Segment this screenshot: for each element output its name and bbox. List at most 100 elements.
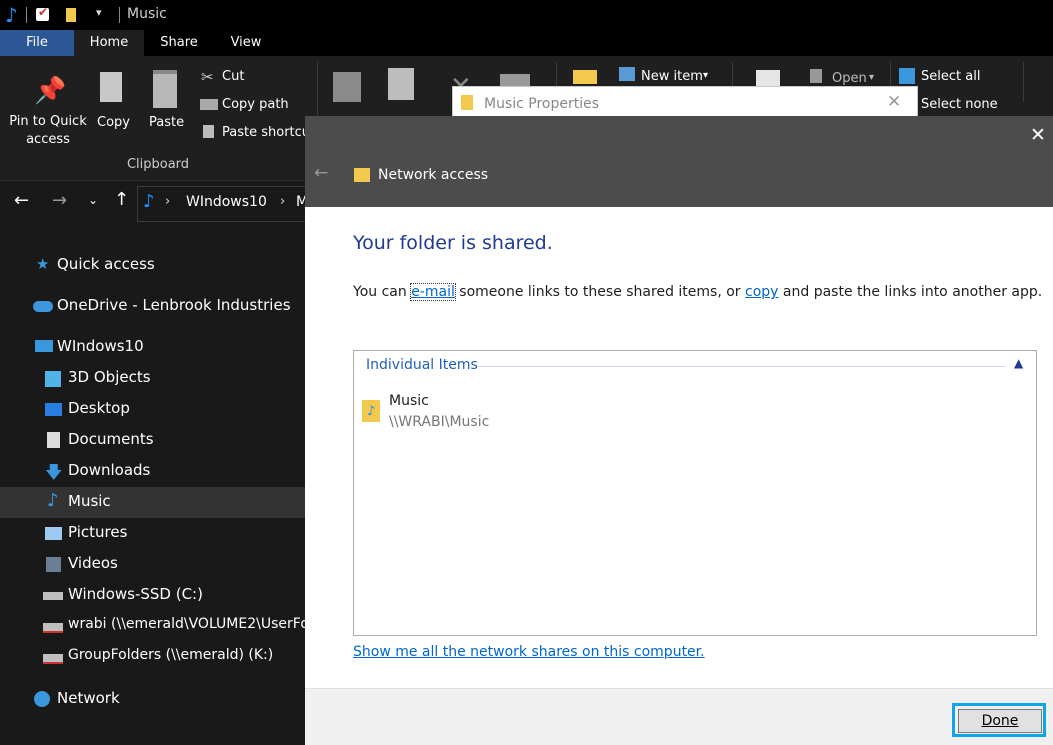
title-bar: ♪ ✔ ▾ Music — [0, 0, 1053, 30]
address-bar[interactable]: ♪ › WIndows10 › M — [137, 186, 309, 222]
open-dropdown-icon[interactable]: ▾ — [869, 72, 874, 83]
item-name: Music — [389, 393, 429, 409]
select-none-button[interactable]: Select none — [921, 97, 998, 112]
tab-file[interactable]: File — [0, 30, 74, 56]
rename-icon[interactable] — [500, 74, 530, 86]
nav-desktop[interactable]: Desktop — [0, 394, 305, 425]
dialog-back-arrow-icon[interactable]: ← — [314, 163, 328, 183]
individual-items-group: Individual Items ▲ ♪ Music \\WRABI\Music — [353, 350, 1037, 636]
paste-shortcut-icon — [203, 125, 214, 138]
picture-icon — [45, 527, 62, 540]
film-icon — [46, 557, 61, 572]
ribbon-tabs: File Home Share View — [0, 30, 1053, 56]
ribbon-divider — [1023, 62, 1024, 102]
paste-button[interactable]: Paste — [149, 115, 184, 130]
group-title: Individual Items — [366, 357, 478, 373]
nav-wrabi-drive[interactable]: wrabi (\\emerald\VOLUME2\UserFo — [0, 611, 305, 642]
nav-pictures[interactable]: Pictures — [0, 518, 305, 549]
properties-qat-icon[interactable]: ✔ — [36, 5, 49, 21]
nav-windows-ssd[interactable]: Windows-SSD (C:) — [0, 580, 305, 611]
copy-button[interactable]: Copy — [97, 115, 130, 130]
dialog-heading: Your folder is shared. — [353, 232, 553, 254]
open-icon — [810, 69, 822, 83]
pin-label-line1[interactable]: Pin to Quick — [5, 114, 91, 129]
open-button[interactable]: Open — [832, 71, 867, 86]
nav-groupfolders[interactable]: GroupFolders (\\emerald) (K:) — [0, 642, 305, 673]
up-arrow-icon[interactable]: ↑ — [114, 189, 129, 210]
copy-to-icon[interactable] — [388, 68, 414, 100]
network-globe-icon — [34, 691, 50, 707]
recent-locations-icon[interactable]: ⌄ — [88, 193, 98, 207]
select-all-icon — [899, 68, 915, 84]
properties-close-icon[interactable]: ✕ — [887, 92, 901, 112]
nav-network[interactable]: Network — [0, 684, 305, 715]
desktop-icon — [45, 403, 62, 416]
nav-label: Quick access — [57, 255, 155, 273]
nav-quick-access[interactable]: ★ Quick access — [0, 250, 305, 281]
nav-label: Desktop — [68, 399, 130, 417]
forward-arrow-icon[interactable]: → — [52, 190, 67, 211]
tab-share[interactable]: Share — [148, 30, 210, 56]
pin-label-line2[interactable]: access — [5, 132, 91, 147]
done-button[interactable]: Done — [958, 709, 1042, 733]
dialog-description: You can e-mail someone links to these sh… — [353, 283, 1043, 301]
network-share-icon — [354, 168, 370, 182]
tab-home[interactable]: Home — [74, 30, 144, 56]
clipboard-group-label: Clipboard — [126, 157, 190, 172]
copy-path-button[interactable]: Copy path — [222, 97, 289, 112]
music-properties-window[interactable]: Music Properties ✕ — [452, 86, 918, 120]
nav-label: Videos — [68, 554, 118, 572]
network-drive-icon — [43, 623, 63, 633]
dialog-footer — [305, 688, 1053, 745]
move-to-icon[interactable] — [333, 72, 361, 102]
nav-label: WIndows10 — [57, 337, 144, 355]
cube-icon — [45, 371, 61, 387]
music-app-icon: ♪ — [5, 3, 18, 27]
nav-label: Windows-SSD (C:) — [68, 585, 203, 603]
nav-onedrive[interactable]: OneDrive - Lenbrook Industries — [0, 291, 305, 322]
star-icon: ★ — [36, 255, 50, 273]
nav-label: Pictures — [68, 523, 128, 541]
item-path: \\WRABI\Music — [389, 414, 490, 430]
nav-downloads[interactable]: 🡇 Downloads — [0, 456, 305, 487]
nav-label: OneDrive - Lenbrook Industries — [57, 296, 291, 314]
download-arrow-icon: 🡇 — [45, 463, 63, 483]
breadcrumb-separator-icon: › — [165, 194, 171, 209]
copy-icon — [100, 72, 122, 102]
music-folder-icon — [461, 95, 473, 110]
copy-link[interactable]: copy — [745, 284, 778, 300]
paste-icon — [153, 70, 177, 108]
dialog-close-icon[interactable]: ✕ — [1030, 124, 1046, 146]
nav-music[interactable]: ♪ Music — [0, 487, 305, 518]
back-arrow-icon[interactable]: ← — [14, 190, 29, 211]
description-text: and paste the links into another app. — [778, 284, 1043, 300]
nav-label: Downloads — [68, 461, 151, 479]
cloud-icon — [33, 301, 53, 312]
nav-label: wrabi (\\emerald\VOLUME2\UserFo — [68, 616, 305, 632]
collapse-chevron-icon[interactable]: ▲ — [1014, 356, 1023, 370]
select-all-button[interactable]: Select all — [921, 69, 980, 84]
nav-videos[interactable]: Videos — [0, 549, 305, 580]
nav-3d-objects[interactable]: 3D Objects — [0, 363, 305, 394]
new-item-dropdown-icon[interactable]: ▾ — [703, 70, 708, 81]
nav-documents[interactable]: Documents — [0, 425, 305, 456]
nav-label: GroupFolders (\\emerald) (K:) — [68, 647, 274, 663]
folder-qat-icon[interactable] — [66, 8, 76, 22]
nav-label: 3D Objects — [68, 368, 151, 386]
network-access-dialog: ✕ ← Network access Your folder is shared… — [305, 116, 1053, 745]
new-folder-icon[interactable] — [573, 70, 597, 84]
breadcrumb-pc[interactable]: WIndows10 — [186, 194, 267, 210]
cut-button[interactable]: Cut — [222, 69, 244, 84]
tab-view[interactable]: View — [214, 30, 278, 56]
done-button-focus-ring: Done — [952, 703, 1046, 737]
list-item[interactable]: ♪ Music \\WRABI\Music — [360, 391, 660, 435]
music-note-icon: ♪ — [367, 404, 376, 419]
new-item-button[interactable]: New item — [641, 69, 703, 84]
breadcrumb-separator-icon: › — [280, 194, 286, 209]
show-network-shares-link[interactable]: Show me all the network shares on this c… — [353, 644, 705, 660]
paste-shortcut-button[interactable]: Paste shortcut — [222, 125, 315, 140]
qat-dropdown-icon[interactable]: ▾ — [96, 6, 102, 19]
nav-label: Documents — [68, 430, 154, 448]
email-link[interactable]: e-mail — [410, 283, 456, 301]
nav-this-pc[interactable]: WIndows10 — [0, 332, 305, 363]
